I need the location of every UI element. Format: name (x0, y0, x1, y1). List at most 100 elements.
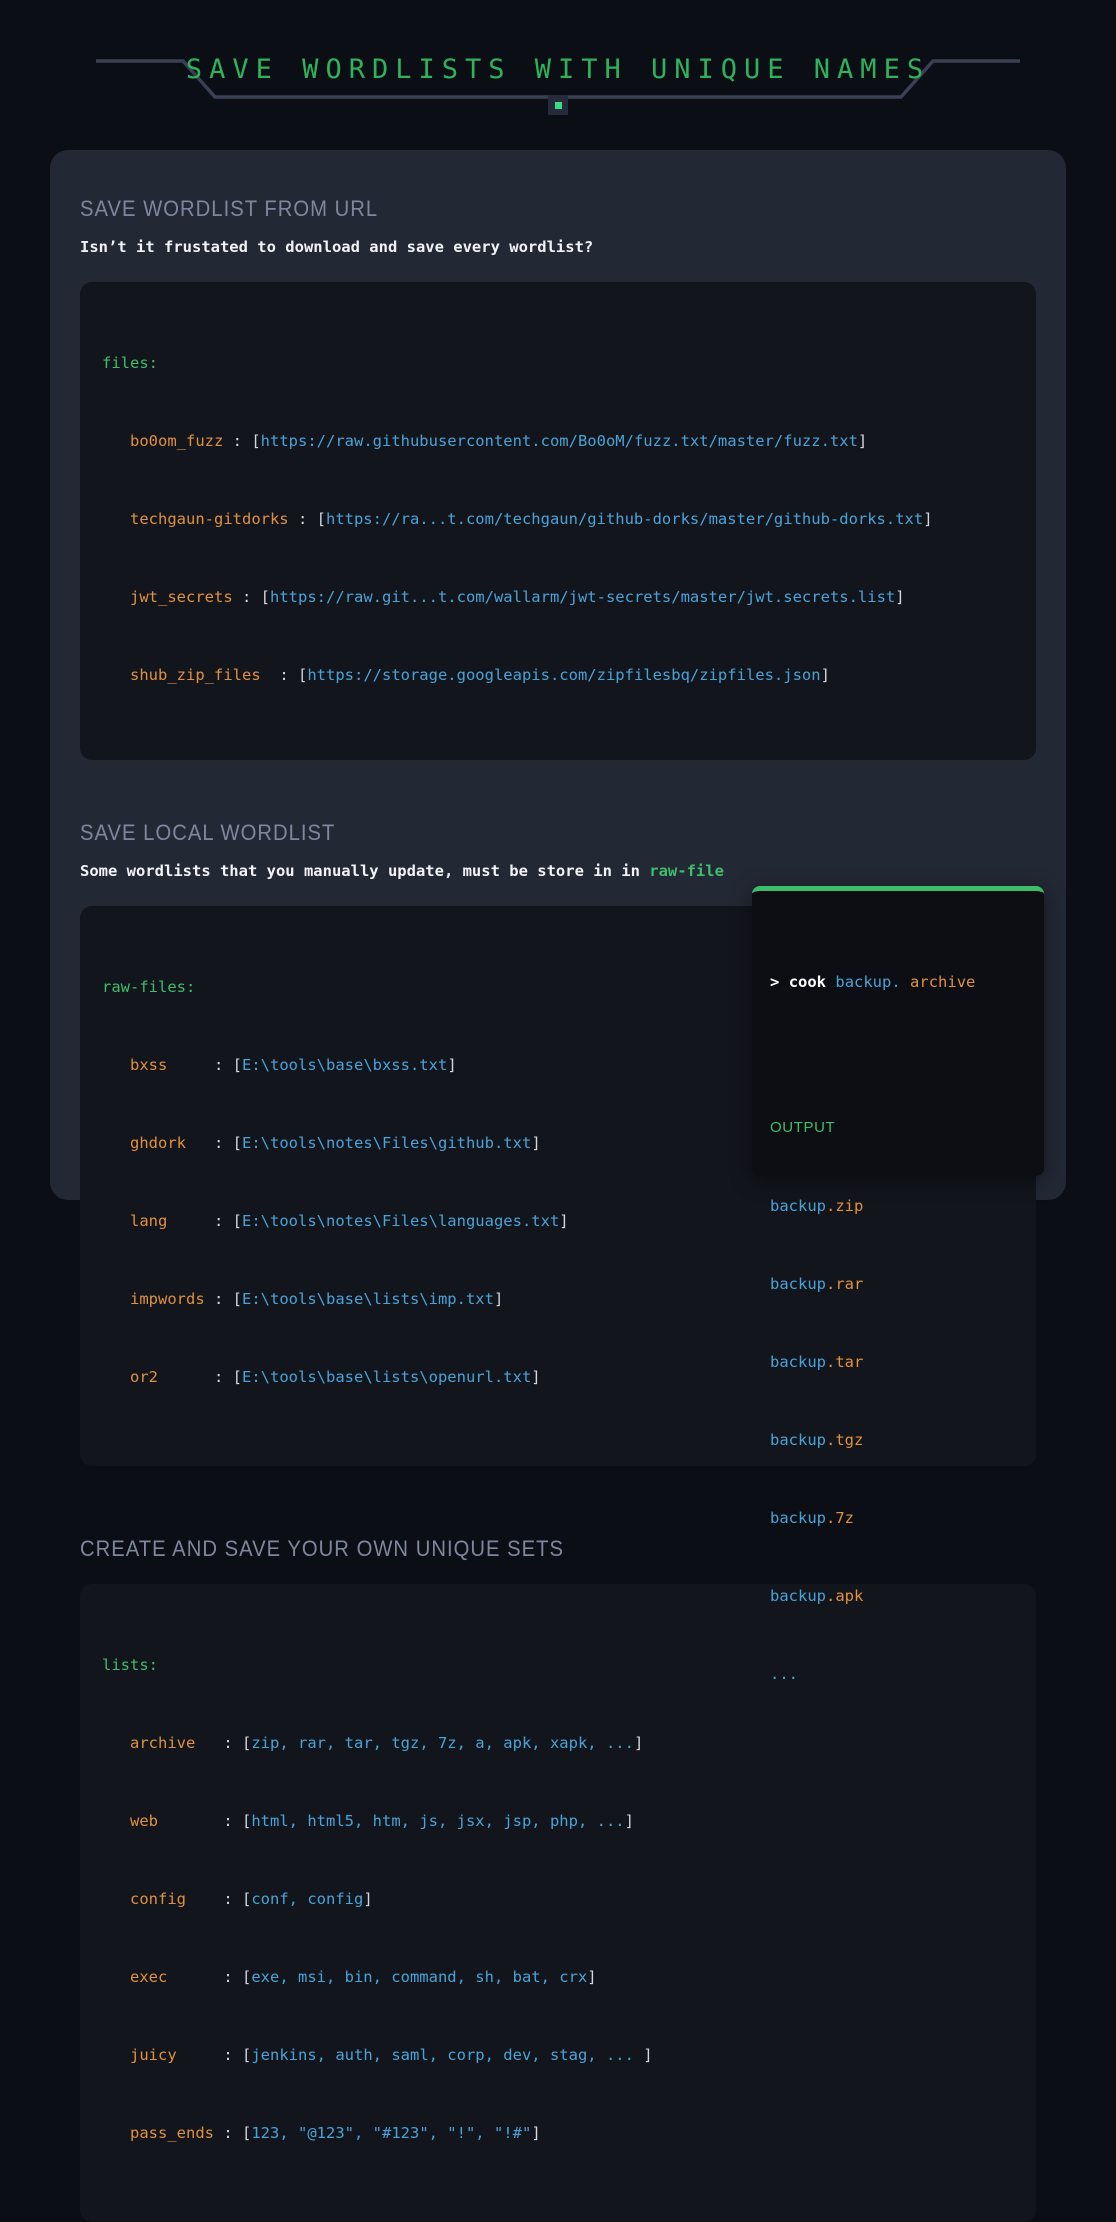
code-bracket-open: [ (232, 1212, 242, 1230)
code-entry-colon: : (214, 2124, 242, 2142)
code-entry-colon: : (186, 1890, 242, 1908)
output-ext: .rar (826, 1275, 864, 1293)
code-bracket-close: ] (493, 1290, 504, 1308)
code-entry-colon: : (158, 1368, 233, 1386)
code-bracket-close: ] (531, 1134, 541, 1152)
code-entry-colon: : (204, 1290, 233, 1308)
code-entry-value: E:\tools\notes\Files\github.txt (242, 1134, 532, 1152)
terminal-arg: backup. (835, 973, 901, 991)
code-entry-colon: : (167, 1056, 233, 1074)
output-base: backup (770, 1509, 826, 1527)
section-description-highlight: raw-file (649, 862, 724, 880)
code-entry: techgaun-gitdorks : [https://ra...t.com/… (102, 506, 1014, 532)
output-base: backup (770, 1431, 826, 1449)
code-bracket-open: [ (242, 1890, 252, 1908)
code-entry-colon: : (195, 1734, 242, 1752)
code-entry-value: https://raw.githubusercontent.com/Bo0oM/… (260, 432, 858, 450)
section-description-text: Some wordlists that you manually update,… (80, 862, 650, 880)
terminal-command-line: > cook backup. archive (770, 969, 1022, 995)
code-root-key: files: (102, 354, 158, 372)
code-bracket-open: [ (316, 510, 326, 528)
output-base: backup (770, 1275, 826, 1293)
section-heading: CREATE AND SAVE YOUR OWN UNIQUE SETS (80, 1536, 565, 1561)
code-entry: pass_ends : [123, "@123", "#123", "!", "… (102, 2120, 1014, 2146)
code-entry-key: bo0om_fuzz (130, 432, 224, 450)
code-bracket-open: [ (242, 2124, 252, 2142)
code-entry-colon: : (167, 1968, 242, 1986)
output-base: backup (770, 1197, 826, 1215)
page-header: SAVE WORDLISTS WITH UNIQUE NAMES (0, 0, 1116, 130)
output-ext: .7z (826, 1509, 854, 1527)
code-entry-key: shub_zip_files (130, 666, 261, 684)
code-entry-colon: : (223, 432, 252, 450)
code-bracket-open: [ (251, 432, 261, 450)
code-entry-value: E:\tools\base\lists\openurl.txt (242, 1368, 532, 1386)
code-bracket-close: ] (923, 510, 933, 528)
output-base: backup (770, 1353, 826, 1371)
terminal-output-label: OUTPUT (770, 1119, 836, 1136)
code-bracket-open: [ (297, 666, 308, 684)
code-entry-value: E:\tools\base\bxss.txt (242, 1056, 448, 1074)
code-bracket-close: ] (447, 1056, 457, 1074)
code-bracket-open: [ (241, 1968, 252, 1986)
output-ext: .apk (826, 1587, 864, 1605)
code-entry-value: https://raw.git...t.com/wallarm/jwt-secr… (270, 588, 896, 606)
code-entry: jwt_secrets : [https://raw.git...t.com/w… (102, 584, 1014, 610)
terminal-output-line: backup.tgz (770, 1427, 1022, 1453)
code-bracket-close: ] (624, 1812, 634, 1830)
output-base: backup (770, 1587, 826, 1605)
output-ext: .zip (826, 1197, 864, 1215)
code-entry-key: lang (130, 1212, 168, 1230)
code-bracket-open: [ (242, 1734, 252, 1752)
section-create-own-sets: CREATE AND SAVE YOUR OWN UNIQUE SETS lis… (80, 1536, 1036, 2222)
code-entry-key: exec (130, 1968, 168, 1986)
code-entry-value: 123, "@123", "#123", "!", "!#" (251, 2124, 532, 2142)
code-entry-value: exe, msi, bin, command, sh, bat, crx (251, 1968, 588, 1986)
code-bracket-close: ] (820, 666, 830, 684)
code-bracket-close: ] (363, 1890, 373, 1908)
code-entry-colon: : (167, 1212, 233, 1230)
terminal-ellipsis: ... (770, 1665, 798, 1683)
code-entry: shub_zip_files : [https://storage.google… (102, 662, 1014, 688)
code-bracket-open: [ (232, 1368, 242, 1386)
code-entry-value: zip, rar, tar, tgz, 7z, a, apk, xapk, ..… (251, 1734, 634, 1752)
terminal-output-line: backup.zip (770, 1193, 1022, 1219)
section-save-wordlist-from-url: SAVE WORDLIST FROM URL Isn’t it frustate… (80, 196, 1036, 760)
code-bracket-close: ] (857, 432, 868, 450)
section-description: Isn’t it frustated to download and save … (80, 238, 1036, 256)
code-entry-value: jenkins, auth, saml, corp, dev, stag, ..… (251, 2046, 644, 2064)
code-entry-colon: : (176, 2046, 242, 2064)
code-entry-value: https://ra...t.com/techgaun/github-dorks… (325, 510, 924, 528)
code-entry: config : [conf, config] (102, 1886, 1014, 1912)
code-bracket-close: ] (531, 1368, 541, 1386)
code-entry-value: conf, config (251, 1890, 364, 1908)
code-entry-key: techgaun-gitdorks (130, 510, 289, 528)
code-bracket-close: ] (895, 588, 905, 606)
code-bracket-open: [ (260, 588, 270, 606)
output-ext: .tar (826, 1353, 864, 1371)
code-bracket-open: [ (232, 1134, 243, 1152)
section-description-text: Isn’t it frustated to download and save … (80, 238, 594, 256)
terminal-command: cook (788, 973, 827, 991)
code-entry-key: ghdork (130, 1134, 186, 1152)
code-bracket-close: ] (643, 2046, 653, 2064)
code-entry-key: juicy (130, 2046, 177, 2064)
code-bracket-open: [ (242, 2046, 252, 2064)
code-entry: juicy : [jenkins, auth, saml, corp, dev,… (102, 2042, 1014, 2068)
code-bracket-close: ] (559, 1212, 569, 1230)
terminal-set-name: archive (910, 973, 976, 991)
code-entry-key: pass_ends (130, 2124, 214, 2142)
section-description: Some wordlists that you manually update,… (80, 862, 1036, 880)
code-entry-key: archive (130, 1734, 196, 1752)
code-bracket-open: [ (232, 1290, 242, 1308)
code-entry-value: E:\tools\notes\Files\languages.txt (242, 1212, 560, 1230)
code-entry-key: bxss (130, 1056, 168, 1074)
section-heading: SAVE WORDLIST FROM URL (80, 196, 379, 221)
code-bracket-open: [ (232, 1056, 242, 1074)
output-ext: .tgz (826, 1431, 864, 1449)
page-title: SAVE WORDLISTS WITH UNIQUE NAMES (185, 54, 931, 85)
terminal-output-line: backup.apk (770, 1583, 1022, 1609)
code-entry-value: https://storage.googleapis.com/zipfilesb… (307, 666, 821, 684)
code-entry: exec : [exe, msi, bin, command, sh, bat,… (102, 1964, 1014, 1990)
